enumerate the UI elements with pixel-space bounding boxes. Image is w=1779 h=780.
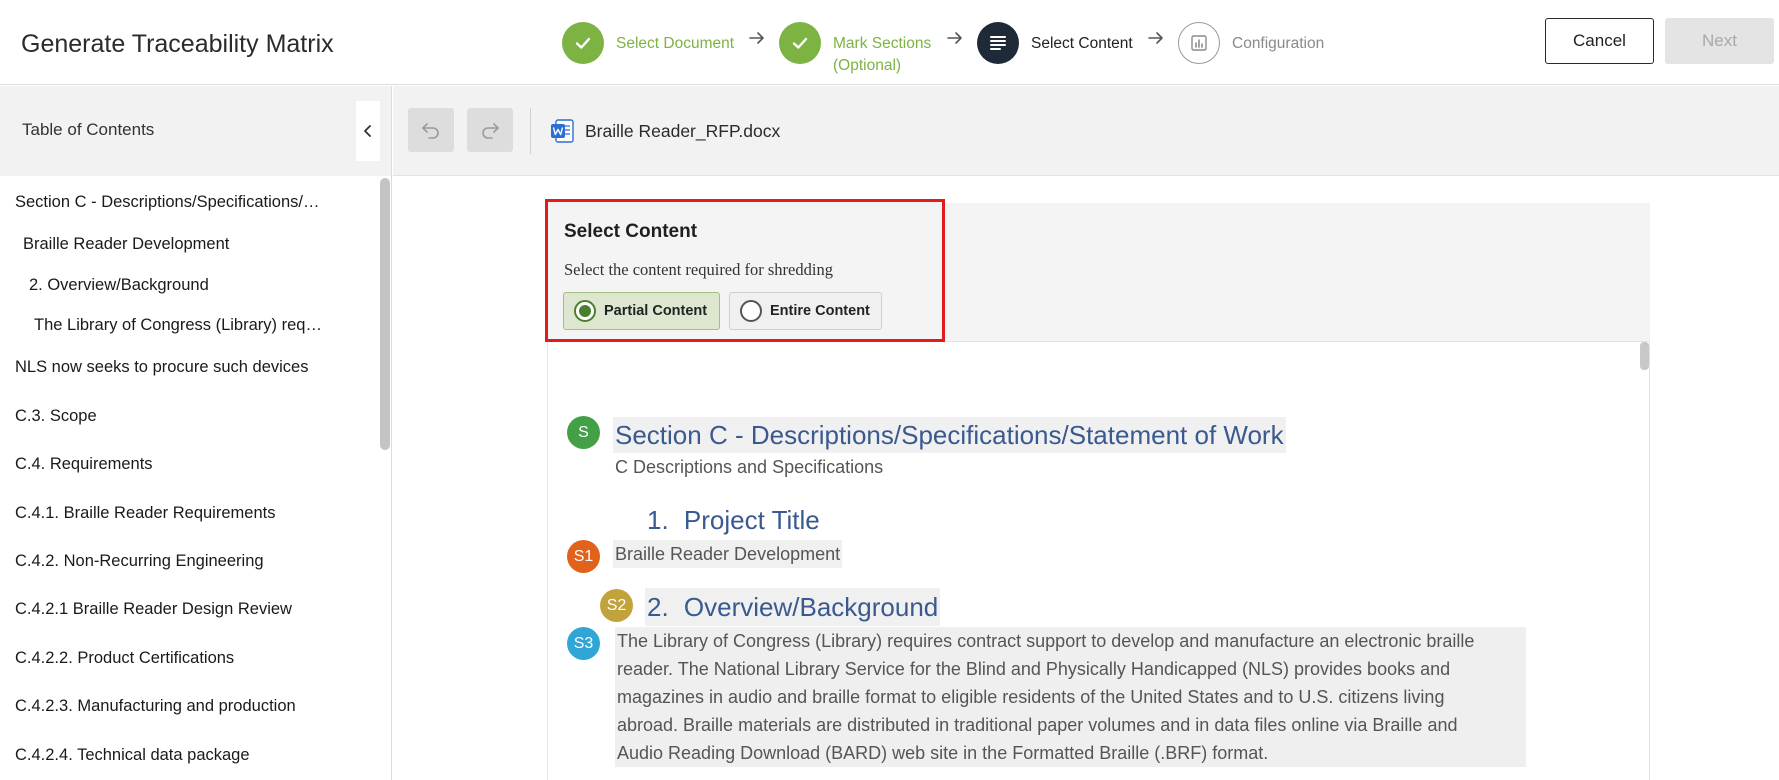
collapse-sidebar-button[interactable] xyxy=(356,101,380,161)
toc-sidebar: Table of Contents Section C - Descriptio… xyxy=(0,86,392,780)
toc-item[interactable]: The Library of Congress (Library) requir… xyxy=(34,316,324,335)
document-scrollbar[interactable] xyxy=(1640,342,1649,370)
cancel-button[interactable]: Cancel xyxy=(1545,18,1654,64)
toc-item[interactable]: C.4.2. Non-Recurring Engineering xyxy=(15,552,335,571)
paragraph-line: Audio Reading Download (BARD) web site i… xyxy=(617,743,1269,763)
list-icon xyxy=(977,22,1019,64)
arrow-right-icon xyxy=(1148,32,1163,44)
toc-item[interactable]: NLS now seeks to procure such devices xyxy=(15,358,324,377)
toc-item[interactable]: C.4. Requirements xyxy=(15,455,335,474)
step-label-line1: Mark Sections xyxy=(833,35,932,52)
file-name: Braille Reader_RFP.docx xyxy=(585,121,781,141)
toc-item[interactable]: C.4.1. Braille Reader Requirements xyxy=(15,504,335,523)
toc-scrollbar[interactable] xyxy=(380,178,390,450)
partial-content-radio[interactable]: Partial Content xyxy=(563,292,720,330)
chevron-left-icon xyxy=(364,125,371,137)
s3-badge[interactable]: S3 xyxy=(567,627,600,660)
select-content-subtitle: Select the content required for shreddin… xyxy=(564,260,833,279)
toc-item[interactable]: C.4.2.1 Braille Reader Design Review xyxy=(15,600,335,619)
word-doc-icon xyxy=(551,119,574,143)
header-bar: Generate Traceability Matrix Select Docu… xyxy=(0,0,1779,85)
step-label: Select Document xyxy=(616,35,735,52)
toc-header: Table of Contents xyxy=(0,86,391,176)
toc-item[interactable]: C.4.2.3. Manufacturing and production xyxy=(15,697,325,716)
step-label: Mark Sections (Optional) xyxy=(833,33,931,77)
undo-button[interactable] xyxy=(408,108,454,152)
step-select-document: Select Document xyxy=(562,22,734,64)
paragraph-line: reader. The National Library Service for… xyxy=(617,659,1451,679)
toc-item[interactable]: Braille Reader Development xyxy=(23,235,323,254)
paragraph-line: abroad. Braille materials are distribute… xyxy=(617,715,1458,735)
step-label-line2: (Optional) xyxy=(833,57,902,74)
radio-unchecked-icon xyxy=(740,300,762,322)
toc-item[interactable]: C.4.2.4. Technical data package xyxy=(15,746,335,765)
radio-checked-icon xyxy=(574,300,596,322)
toc-item[interactable]: Section C - Descriptions/Specifications/… xyxy=(15,193,330,212)
section-heading: Section C - Descriptions/Specifications/… xyxy=(613,417,1286,453)
heading-project-title: 1. Project Title xyxy=(647,505,820,536)
toc-title: Table of Contents xyxy=(22,120,155,139)
chart-icon xyxy=(1178,22,1220,64)
s1-text: Braille Reader Development xyxy=(613,540,843,568)
toolbar-divider xyxy=(530,108,531,154)
heading-overview: 2. Overview/Background xyxy=(645,588,941,626)
heading-number: 2. xyxy=(647,592,669,622)
toc-item[interactable]: C.3. Scope xyxy=(15,407,335,426)
heading-text: Project Title xyxy=(683,505,820,535)
redo-button[interactable] xyxy=(467,108,513,152)
step-select-content: Select Content xyxy=(977,22,1133,64)
toc-item[interactable]: C.4.2.2. Product Certifications xyxy=(15,649,335,668)
step-mark-sections: Mark Sections (Optional) xyxy=(779,22,931,74)
undo-icon xyxy=(422,123,439,139)
toc-item[interactable]: 2. Overview/Background xyxy=(29,276,329,295)
overview-paragraph: The Library of Congress (Library) requir… xyxy=(615,627,1526,767)
entire-content-radio[interactable]: Entire Content xyxy=(729,292,882,330)
document-toolbar: Braille Reader_RFP.docx xyxy=(393,86,1779,176)
check-icon xyxy=(562,22,604,64)
redo-icon xyxy=(482,123,499,139)
paragraph-line: The Library of Congress (Library) requir… xyxy=(617,631,1475,651)
select-content-box: Select Content Select the content requir… xyxy=(545,199,945,342)
next-button[interactable]: Next xyxy=(1665,18,1774,64)
s1-badge[interactable]: S1 xyxy=(567,540,600,573)
arrow-right-icon xyxy=(749,32,764,44)
check-icon xyxy=(779,22,821,64)
radio-label: Partial Content xyxy=(604,303,708,319)
select-content-title: Select Content xyxy=(564,221,698,242)
step-label: Configuration xyxy=(1232,35,1325,52)
heading-number: 1. xyxy=(647,505,669,535)
step-label: Select Content xyxy=(1031,35,1133,52)
arrow-right-icon xyxy=(947,32,962,44)
section-subtitle: C Descriptions and Specifications xyxy=(615,457,884,477)
s2-badge[interactable]: S2 xyxy=(600,589,633,622)
section-badge[interactable]: S xyxy=(567,416,600,449)
heading-text: Overview/Background xyxy=(683,592,939,622)
page-title: Generate Traceability Matrix xyxy=(21,30,334,58)
paragraph-line: magazines in audio and braille format to… xyxy=(617,687,1445,707)
radio-label: Entire Content xyxy=(770,303,870,319)
step-configuration: Configuration xyxy=(1178,22,1324,64)
